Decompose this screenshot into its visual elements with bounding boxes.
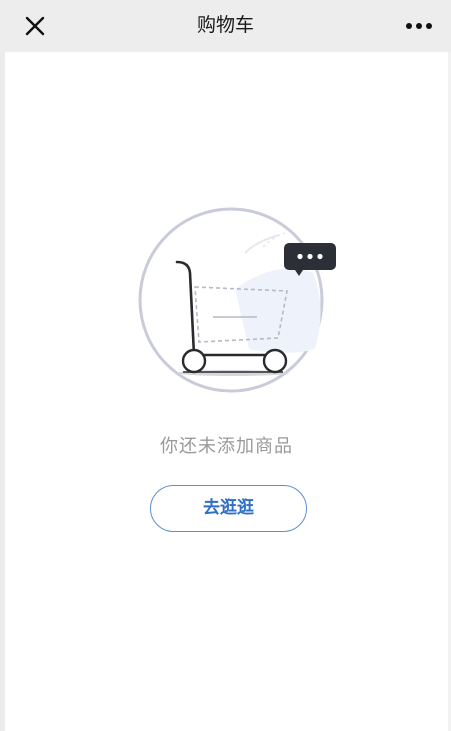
content-area: 你还未添加商品 去逛逛 bbox=[5, 52, 448, 731]
more-button[interactable] bbox=[399, 10, 439, 42]
empty-cart-icon bbox=[138, 207, 336, 393]
empty-cart-message: 你还未添加商品 bbox=[160, 436, 293, 457]
page-title: 购物车 bbox=[196, 14, 254, 36]
navigation-bar: 购物车 bbox=[0, 0, 451, 52]
browse-button[interactable]: 去逛逛 bbox=[150, 485, 307, 532]
more-dots-icon bbox=[406, 23, 432, 29]
